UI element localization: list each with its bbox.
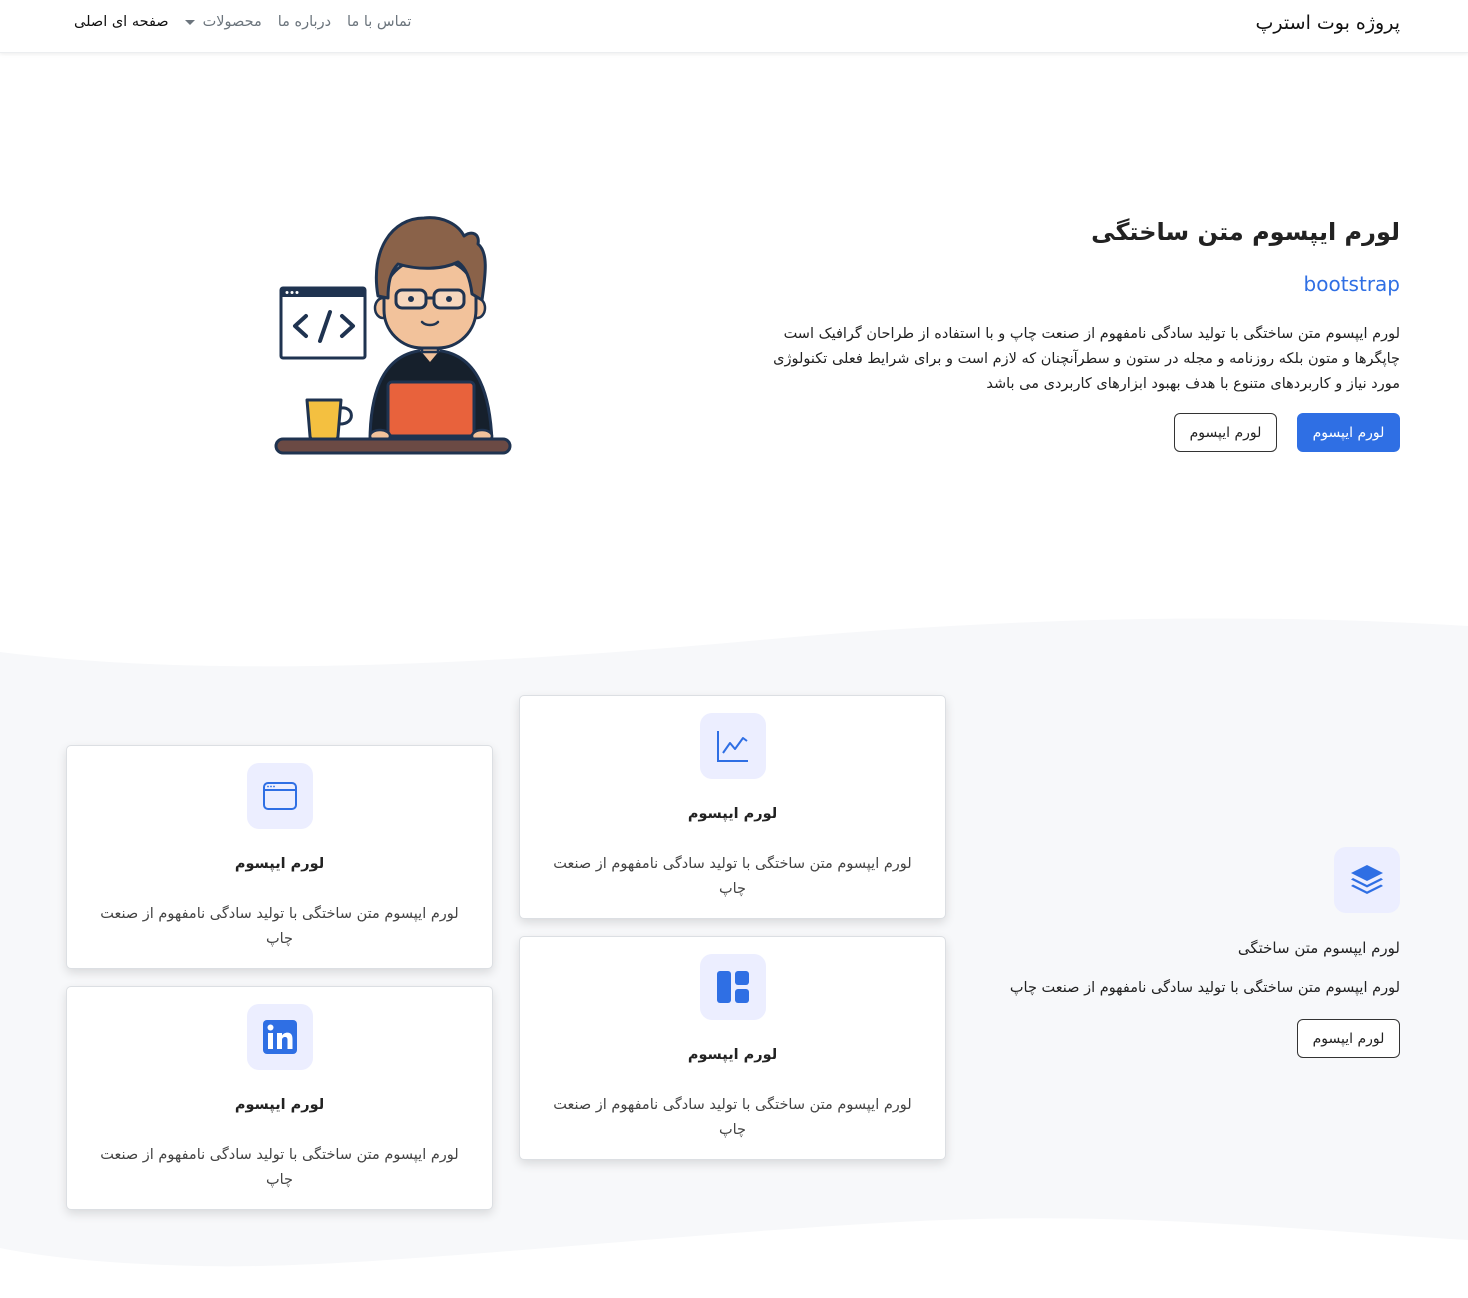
nav-link-about-label: درباره ما xyxy=(277,14,332,30)
card-icon-box xyxy=(247,1004,313,1070)
coffee-mug-icon xyxy=(305,398,353,442)
hero-secondary-button[interactable]: لورم ایپسوم xyxy=(1174,413,1277,452)
nav-link-contact[interactable]: تماس با ما xyxy=(347,14,411,30)
layout-icon xyxy=(717,971,749,1003)
card-text: لورم ایپسوم متن ساختگی با تولید سادگی نا… xyxy=(553,856,912,897)
nav-link-products-dropdown[interactable]: محصولات xyxy=(184,14,262,30)
feature-button[interactable]: لورم ایپسوم xyxy=(1297,1019,1400,1058)
hero-subtitle: bootstrap xyxy=(1303,272,1400,296)
nav-link-about[interactable]: درباره ما xyxy=(278,14,331,30)
code-window-icon xyxy=(279,286,367,360)
browser-window-icon xyxy=(263,782,297,810)
hero-primary-button[interactable]: لورم ایپسوم xyxy=(1297,413,1400,452)
navbar: پروژه بوت استرپ صفحه ای اصلی محصولات درب… xyxy=(0,0,1468,53)
card-icon-box xyxy=(700,954,766,1020)
card-text: لورم ایپسوم متن ساختگی با تولید سادگی نا… xyxy=(553,1097,912,1138)
card-title: لورم ایپسوم xyxy=(234,856,325,872)
feature-icon-box xyxy=(1334,847,1400,913)
nav-link-home-label: صفحه ای اصلی xyxy=(74,14,169,30)
feature-card: لورم ایپسوم لورم ایپسوم متن ساختگی با تو… xyxy=(66,986,493,1210)
card-text: لورم ایپسوم متن ساختگی با تولید سادگی نا… xyxy=(100,906,459,947)
card-icon-box xyxy=(247,763,313,829)
hero-title: لورم ایپسوم متن ساختگی xyxy=(1091,218,1400,246)
nav-link-products-label: محصولات xyxy=(202,14,262,30)
layers-icon xyxy=(1351,865,1383,894)
linkedin-icon xyxy=(263,1020,297,1054)
nav-link-contact-label: تماس با ما xyxy=(347,14,412,30)
feature-card: لورم ایپسوم لورم ایپسوم متن ساختگی با تو… xyxy=(519,695,946,919)
nav-links: صفحه ای اصلی محصولات درباره ما تماس با م… xyxy=(74,14,411,30)
nav-link-home[interactable]: صفحه ای اصلی xyxy=(74,14,169,30)
developer-illustration xyxy=(274,216,512,455)
card-title: لورم ایپسوم xyxy=(687,1047,778,1063)
hero-text: لورم ایپسوم متن ساختگی با تولید سادگی نا… xyxy=(773,326,1400,392)
feature-title: لورم ایپسوم متن ساختگی xyxy=(1237,939,1400,957)
feature-card: لورم ایپسوم لورم ایپسوم متن ساختگی با تو… xyxy=(66,745,493,969)
caret-down-icon xyxy=(184,19,195,25)
hero-buttons: لورم ایپسوم لورم ایپسوم xyxy=(1174,413,1400,452)
navbar-brand[interactable]: پروژه بوت استرپ xyxy=(1256,12,1400,34)
card-icon-box xyxy=(700,713,766,779)
feature-card: لورم ایپسوم لورم ایپسوم متن ساختگی با تو… xyxy=(519,936,946,1160)
feature-text: لورم ایپسوم متن ساختگی با تولید سادگی نا… xyxy=(1009,980,1400,996)
card-text: لورم ایپسوم متن ساختگی با تولید سادگی نا… xyxy=(100,1147,459,1188)
chart-line-icon xyxy=(717,731,748,762)
card-title: لورم ایپسوم xyxy=(234,1097,325,1113)
card-title: لورم ایپسوم xyxy=(687,806,778,822)
